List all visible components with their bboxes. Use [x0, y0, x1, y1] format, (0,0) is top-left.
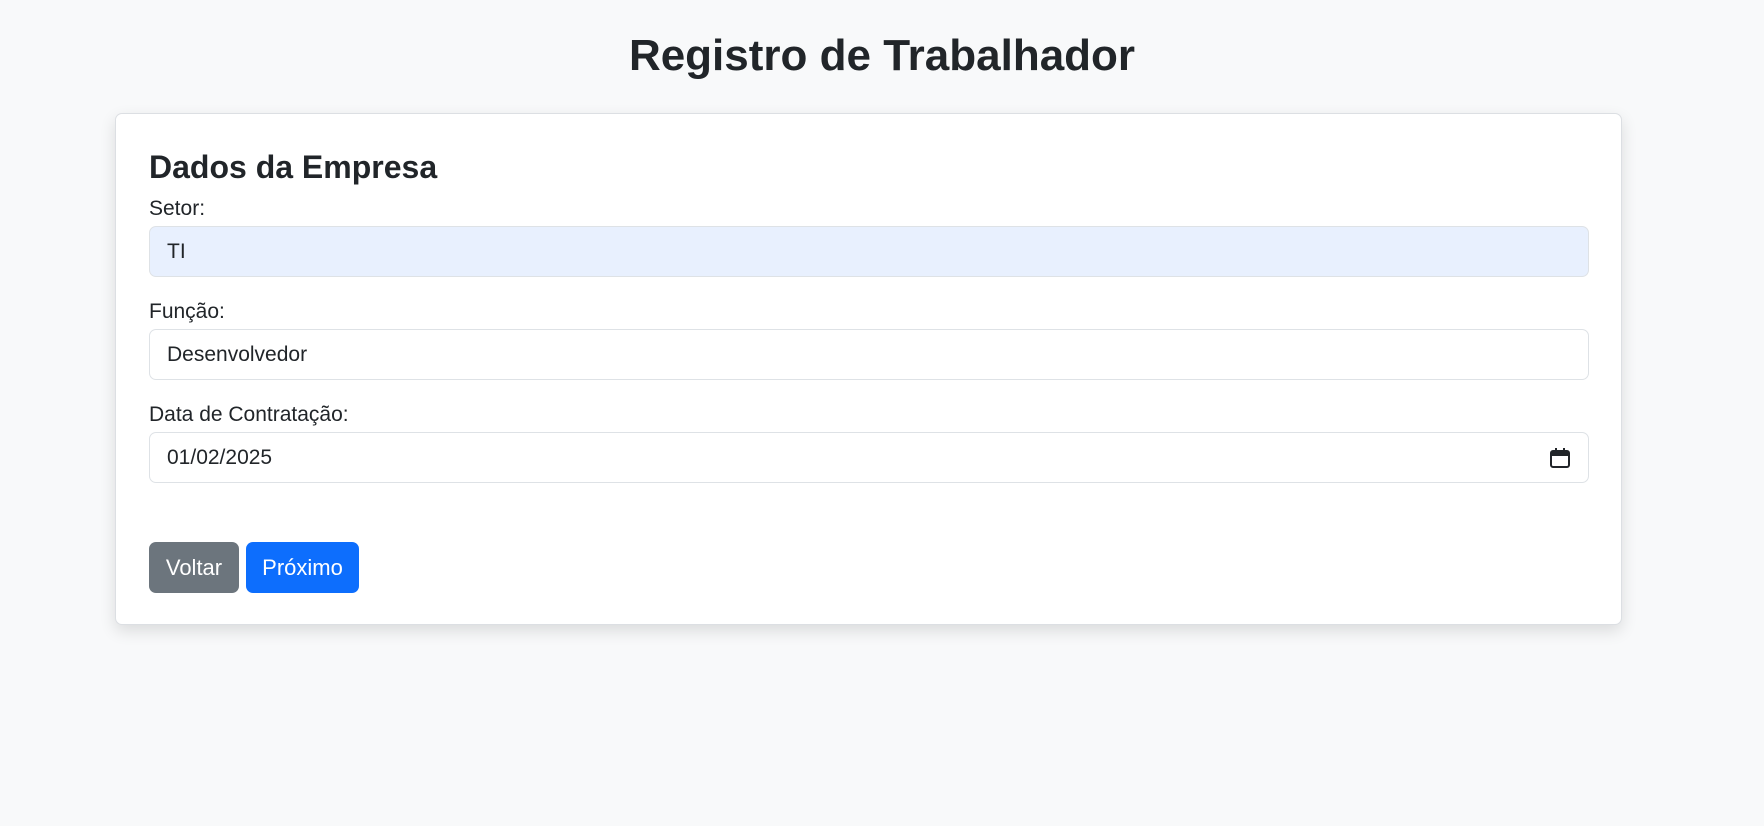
hire-date-input[interactable]: 01/02/2025	[149, 432, 1589, 483]
page-title: Registro de Trabalhador	[628, 31, 1136, 80]
role-input-value: Desenvolvedor	[167, 342, 308, 366]
next-button[interactable]: Próximo	[246, 542, 359, 593]
sector-label: Setor:	[149, 197, 206, 220]
hire-date-input-value: 01/02/2025	[167, 445, 273, 469]
role-label: Função:	[149, 300, 225, 323]
sector-input-value: TI	[167, 239, 186, 263]
back-button[interactable]: Voltar	[149, 542, 239, 593]
sector-input[interactable]: TI	[149, 226, 1589, 277]
section-title: Dados da Empresa	[149, 149, 438, 185]
company-data-card: Dados da Empresa Setor: TI Função: Desen…	[115, 113, 1622, 625]
role-input[interactable]: Desenvolvedor	[149, 329, 1589, 380]
calendar-icon[interactable]	[1549, 447, 1571, 469]
hire-date-label: Data de Contratação:	[149, 403, 349, 426]
